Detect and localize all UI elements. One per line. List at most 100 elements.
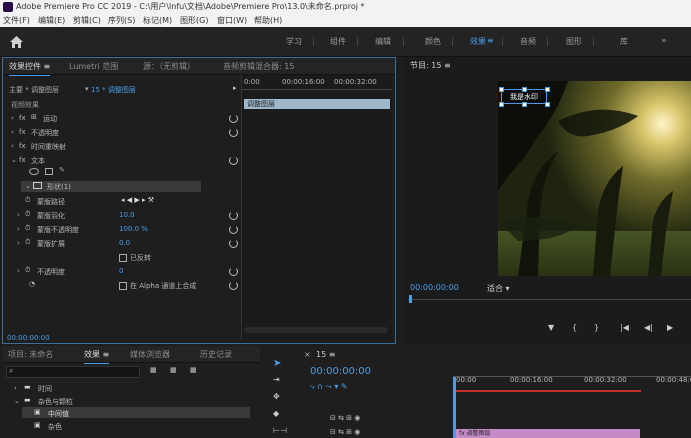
razor-tool-icon[interactable]: ◆ [273,409,286,420]
timeline-adjustment-clip[interactable]: fx 调整图层 [456,429,640,438]
track-toggle-icons[interactable]: ⊟ ⇆ ⊞ ◉ [330,414,360,422]
go-to-in-icon[interactable]: |◀ [620,323,629,332]
tab-effects[interactable]: 效果 ≡ [84,349,110,364]
menu-sequence[interactable]: 序列(S) [108,14,135,27]
prop-mask-expansion-value[interactable]: 0.0 [119,239,130,247]
prop-mask-feather-value[interactable]: 10.0 [119,211,135,219]
tab-media-browser[interactable]: 媒体浏览器 [130,349,170,360]
ripple-edit-tool-icon[interactable]: ✥ [273,392,286,403]
yuv-effects-icon[interactable]: ▦ [190,366,197,374]
tab-audio-clip-mixer[interactable]: 音频剪辑混合器: 15 [223,61,294,72]
program-playhead[interactable] [409,295,412,303]
accelerated-effects-icon[interactable]: ▦ [150,366,157,374]
mark-in-icon[interactable]: { [572,323,577,332]
stopwatch-icon[interactable]: ⏱ [25,196,30,205]
program-timecode[interactable]: 00:00:00:00 [410,283,459,292]
effects-search-input[interactable]: ⌕ [6,366,140,378]
ellipse-mask-icon[interactable] [29,168,39,175]
effect-item-noise[interactable]: 杂色 [48,422,62,432]
effect-timecode[interactable]: 00:00:00:00 [7,334,50,342]
stopwatch-icon[interactable]: ⏱ [25,210,30,219]
mask-row-selected[interactable]: ⌄ 形状(1) [21,181,201,192]
add-marker-icon[interactable]: ▼ [548,323,554,332]
project-effects-panel: 项目: 未命名 效果 ≡ 媒体浏览器 历史记录 ⌕ ▦ ▦ ▦ › ▬ 时间 ⌄… [2,346,260,438]
render-bar [456,390,641,392]
home-icon[interactable] [10,36,23,48]
expand-motion-icon[interactable]: › [11,114,14,122]
more-workspaces-icon[interactable]: » [661,36,667,46]
stopwatch-icon[interactable]: ⏱ [25,266,30,275]
adjustment-layer-clip[interactable]: 调整图层 [244,99,390,109]
reset-icon[interactable] [229,267,238,276]
timeline-sequence-tab[interactable]: 15 ≡ [316,350,335,359]
menu-window[interactable]: 窗口(W) [217,14,247,27]
menu-help[interactable]: 帮助(H) [254,14,282,27]
reset-icon[interactable] [229,128,238,137]
workspace-graphics[interactable]: 图形 [566,36,582,47]
timeline-timecode[interactable]: 00:00:00:00 [310,366,371,377]
play-icon[interactable]: ▶ [667,323,673,332]
tab-project[interactable]: 项目: 未命名 [8,349,53,360]
reset-icon[interactable] [229,211,238,220]
menu-marker[interactable]: 标记(M) [143,14,172,27]
prop-mask-opacity-value[interactable]: 100.0 % [119,225,148,233]
reset-icon[interactable] [229,156,238,165]
effects-folder-noise-grain[interactable]: 杂色与颗粒 [38,397,73,407]
fx-ruler-start: 0:00 [244,78,260,86]
workspace-assembly[interactable]: 组件 [330,36,346,47]
master-clip-label[interactable]: 主要 * 调整图层 [9,85,59,95]
reset-icon[interactable] [229,281,238,290]
prop-opacity-value[interactable]: 0 [119,267,123,275]
menu-edit[interactable]: 编辑(E) [38,14,65,27]
fx-ruler-mid: 00:00:16:00 [282,78,325,86]
workspace-learn[interactable]: 学习 [286,36,302,47]
tab-source[interactable]: 源：（无剪辑） [143,61,195,72]
program-scrubber[interactable] [408,299,691,300]
mask-track-buttons[interactable]: ◂ ◀ ▶ ▸ ⚒ [121,196,154,204]
step-back-icon[interactable]: ◀| [644,323,653,332]
menu-bar: 文件(F) 编辑(E) 剪辑(C) 序列(S) 标记(M) 图形(G) 窗口(W… [0,14,691,27]
workspace-editing[interactable]: 编辑 [375,36,391,47]
menu-graphics[interactable]: 图形(G) [180,14,208,27]
effect-row-time-remap[interactable]: 时间重映射 [31,142,66,152]
workspace-libraries[interactable]: 库 [620,36,628,47]
stopwatch-icon[interactable]: ⏱ [25,224,30,233]
track-toggle-icons[interactable]: ⊟ ⇆ ⊞ ◉ [330,428,360,436]
rectangle-mask-icon[interactable] [45,168,53,175]
32bit-effects-icon[interactable]: ▦ [170,366,177,374]
track-select-tool-icon[interactable]: ⇥ [273,375,286,386]
tab-effect-controls[interactable]: 效果控件 ≡ [9,61,51,76]
effect-row-motion[interactable]: 运动 [43,114,57,124]
pen-mask-icon[interactable]: ✎ [59,166,65,174]
inverted-checkbox[interactable]: 已反转 [119,253,151,263]
reset-icon[interactable] [229,225,238,234]
menu-file[interactable]: 文件(F) [3,14,30,27]
slip-tool-icon[interactable]: ⊢⊣ [273,426,287,437]
timeline-close-icon[interactable]: × [304,350,311,359]
tab-history[interactable]: 历史记录 [200,349,232,360]
timeline-tool-icons[interactable]: ⤷ ∩ ⤳ ▾ ✎ [310,382,348,392]
fit-dropdown[interactable]: 适合 ▾ [487,283,510,294]
mark-out-icon[interactable]: } [594,323,599,332]
workspace-audio[interactable]: 音频 [520,36,536,47]
effect-item-selected[interactable]: ▣ 中间值 [22,407,250,418]
window-title: Adobe Premiere Pro CC 2019 - C:\用户\lnfu\… [16,2,365,11]
fx-zoom-scrollbar[interactable] [244,327,388,333]
effect-row-opacity[interactable]: 不透明度 [31,128,59,138]
effect-row-text[interactable]: 文本 [31,156,45,166]
selection-tool-icon[interactable]: ➤ [273,358,286,369]
effect-controls-panel: 效果控件 ≡ Lumetri 范围 源：（无剪辑） 音频剪辑混合器: 15 主要… [2,57,396,344]
alpha-composite-checkbox[interactable]: 在 Alpha 通道上合成 [119,281,196,291]
program-monitor-title[interactable]: 节目: 15 ≡ [410,60,451,71]
stopwatch-icon[interactable]: ⏱ [25,238,30,247]
reset-icon[interactable] [229,239,238,248]
reset-icon[interactable] [229,114,238,123]
menu-clip[interactable]: 剪辑(C) [73,14,101,27]
effects-folder-time[interactable]: 时间 [38,384,52,394]
play-only-icon[interactable]: ▸ [233,84,237,92]
workspace-color[interactable]: 颜色 [425,36,441,47]
workspace-effects[interactable]: 效果 [470,36,486,47]
sequence-clip-label[interactable]: 15 * 调整图层 [91,85,136,95]
tab-lumetri-scopes[interactable]: Lumetri 范围 [69,61,118,72]
program-video-frame[interactable]: 我是水印 [498,81,691,276]
